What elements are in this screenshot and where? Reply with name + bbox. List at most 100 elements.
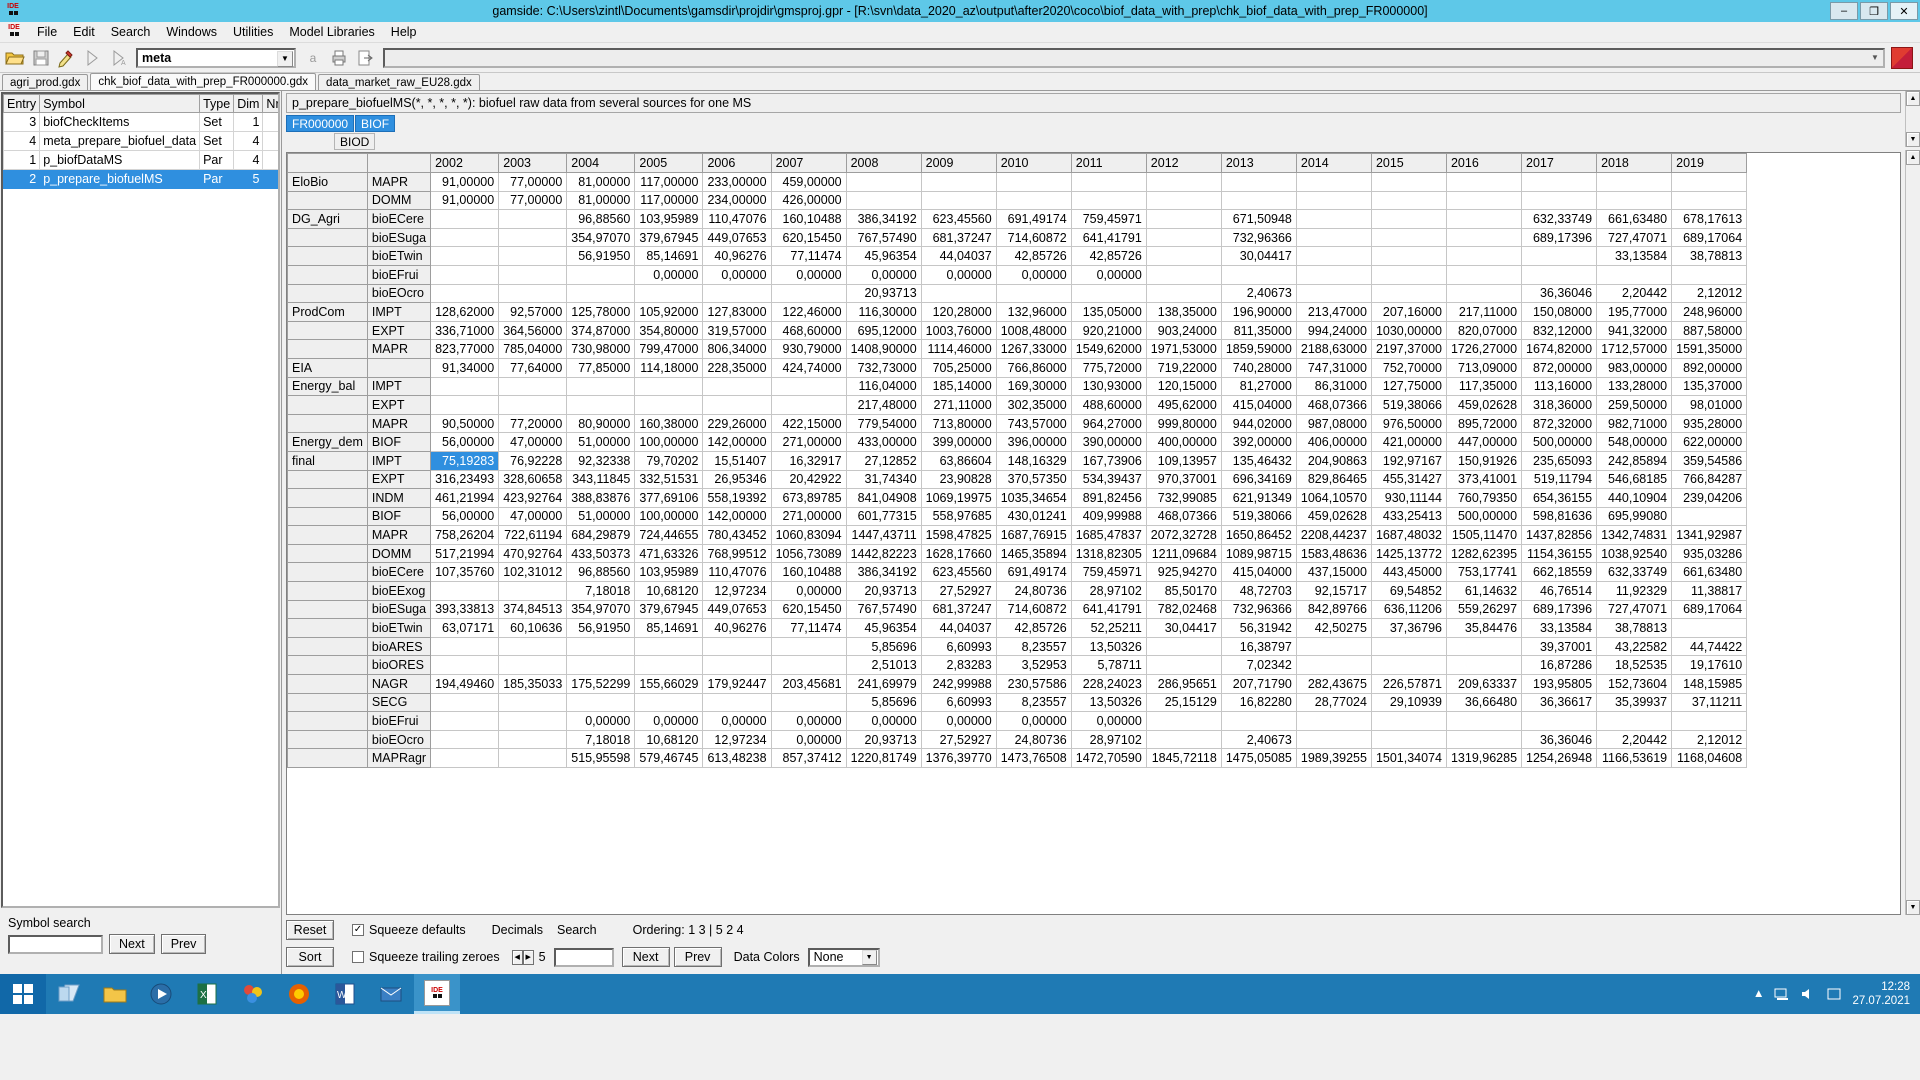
grid-cell-value[interactable] [566, 376, 636, 397]
menu-item-search[interactable]: Search [103, 23, 159, 41]
grid-cell-value[interactable]: 1114,46000 [920, 339, 997, 359]
grid-cell-value[interactable]: 406,00000 [1295, 432, 1372, 452]
grid-cell-value[interactable]: 167,73906 [1070, 450, 1147, 471]
grid-cell-value[interactable]: 135,05000 [1070, 302, 1147, 322]
grid-cell-value[interactable]: 122,46000 [770, 302, 847, 322]
grid-cell-value[interactable]: 7,18018 [566, 581, 636, 601]
grid-cell-value[interactable]: 440,10904 [1596, 488, 1673, 508]
grid-cell-value[interactable]: 1341,92987 [1671, 525, 1748, 545]
grid-cell-value[interactable]: 732,99085 [1145, 488, 1222, 508]
grid-cell-value[interactable]: 42,50275 [1295, 618, 1372, 638]
grid-cell-value[interactable]: 941,32000 [1596, 320, 1673, 341]
grid-cell-value[interactable]: 799,47000 [634, 339, 704, 359]
grid-cell-value[interactable]: 152,73604 [1596, 674, 1673, 694]
grid-cell-value[interactable]: 109,13957 [1145, 450, 1222, 471]
grid-cell-value[interactable] [1295, 655, 1372, 676]
grid-cell-value[interactable]: 0,00000 [1070, 264, 1147, 285]
grid-cell-value[interactable]: 120,15000 [1145, 376, 1222, 397]
grid-cell-value[interactable]: 105,92000 [634, 302, 704, 322]
taskbar-clock[interactable]: 12:28 27.07.2021 [1852, 980, 1910, 1008]
grid-cell-value[interactable]: 196,90000 [1220, 302, 1297, 322]
grid-cell-value[interactable] [1521, 190, 1598, 211]
grid-cell-value[interactable]: 691,49174 [995, 562, 1072, 583]
grid-cell-value[interactable] [1370, 190, 1447, 211]
grid-cell-value[interactable]: 76,92228 [498, 450, 568, 471]
grid-cell-value[interactable] [430, 748, 500, 768]
grid-cell-value[interactable]: 641,41791 [1070, 599, 1147, 620]
file-tab-agri-prod[interactable]: agri_prod.gdx [2, 74, 89, 90]
grid-cell-value[interactable]: 229,26000 [702, 413, 772, 434]
grid-cell-value[interactable]: 392,00000 [1220, 432, 1297, 452]
grid-row[interactable]: bioEOcro 7,18018 10,68120 12,97234 0,00000 20… [287, 729, 1748, 750]
grid-cell-value[interactable]: 459,00000 [770, 172, 847, 192]
grid-row[interactable]: bioORES 2,51013 2,83283 3,52953 5,78711 7,023… [287, 655, 1748, 676]
grid-cell-value[interactable]: 623,45560 [920, 209, 997, 229]
grid-cell-value[interactable] [1295, 209, 1372, 229]
next-error-icon[interactable] [81, 46, 105, 70]
data-colors-chevron-down-icon[interactable]: ▼ [861, 949, 877, 965]
grid-cell-value[interactable]: 1591,35000 [1671, 339, 1748, 359]
grid-cell-value[interactable]: 0,00000 [770, 729, 847, 750]
grid-cell-value[interactable]: 426,00000 [770, 190, 847, 211]
grid-cell-value[interactable]: 1166,53619 [1596, 748, 1673, 768]
grid-cell-value[interactable]: 282,43675 [1295, 674, 1372, 694]
grid-cell-value[interactable]: 11,38817 [1671, 581, 1748, 601]
grid-cell-value[interactable]: 86,31000 [1295, 376, 1372, 397]
grid-cell-value[interactable]: 999,80000 [1145, 413, 1222, 434]
grid-row[interactable]: SECG 5,85696 6,60993 8,23557 13,50326 25,1512… [287, 692, 1748, 713]
grid-cell-value[interactable] [1145, 655, 1222, 676]
grid-cell-value[interactable]: 374,87000 [566, 320, 636, 341]
grid-cell-value[interactable]: 671,50948 [1220, 209, 1297, 229]
grid-cell-value[interactable]: 25,15129 [1145, 692, 1222, 713]
grid-cell-value[interactable] [634, 692, 704, 713]
grid-cell-value[interactable] [1070, 190, 1147, 211]
grid-cell-value[interactable]: 228,24023 [1070, 674, 1147, 694]
grid-cell-value[interactable]: 1069,19975 [920, 488, 997, 508]
header-scroll-up-button[interactable]: ▲ [1906, 91, 1920, 106]
grid-cell-value[interactable]: 8,23557 [995, 692, 1072, 713]
grid-cell-value[interactable]: 1674,82000 [1521, 339, 1598, 359]
grid-cell-value[interactable]: 35,84476 [1445, 618, 1523, 638]
grid-cell-value[interactable]: 623,45560 [920, 562, 997, 583]
grid-cell-value[interactable]: 96,88560 [566, 562, 636, 583]
symbol-row-meta-prepare-biofuel-data[interactable]: 4 meta_prepare_biofuel_data Set 4 50 [3, 131, 278, 151]
grid-cell-value[interactable]: 724,44655 [634, 525, 704, 545]
grid-cell-value[interactable]: 81,00000 [566, 190, 636, 211]
grid-col-header-2016[interactable]: 2016 [1445, 153, 1523, 173]
grid-cell-value[interactable]: 891,82456 [1070, 488, 1147, 508]
grid-cell-value[interactable] [1145, 264, 1222, 285]
grid-cell-value[interactable]: 69,54852 [1370, 581, 1447, 601]
grid-cell-value[interactable] [498, 246, 568, 266]
grid-cell-value[interactable] [995, 172, 1072, 192]
address-bar[interactable]: ▼ [383, 47, 1885, 68]
grid-cell-value[interactable]: 33,13584 [1596, 246, 1673, 266]
grid-cell-value[interactable]: 2,20442 [1596, 729, 1673, 750]
squeeze-trailing-box[interactable] [352, 951, 364, 963]
grid-cell-value[interactable] [845, 190, 922, 211]
grid-cell-value[interactable]: 1971,53000 [1145, 339, 1222, 359]
grid-cell-value[interactable]: 85,14691 [634, 618, 704, 638]
grid-cell-value[interactable]: 820,07000 [1445, 320, 1523, 341]
grid-cell-value[interactable] [770, 376, 847, 397]
symbol-table-container[interactable]: Entry Symbol Type Dim Nr Elem 3 biofChec… [1, 92, 280, 908]
grid-cell-value[interactable] [430, 246, 500, 266]
grid-cell-value[interactable]: 343,11845 [566, 469, 636, 490]
grid-row[interactable]: MAPR 823,77000 785,04000 730,98000 799,47000… [287, 339, 1748, 359]
grid-cell-value[interactable]: 103,95989 [634, 209, 704, 229]
save-icon[interactable] [29, 46, 53, 70]
grid-cell-value[interactable]: 488,60000 [1070, 395, 1147, 415]
grid-cell-value[interactable]: 100,00000 [634, 432, 704, 452]
grid-cell-value[interactable]: 1064,10570 [1295, 488, 1372, 508]
print-icon[interactable] [327, 46, 351, 70]
grid-cell-value[interactable]: 354,97070 [566, 599, 636, 620]
grid-cell-value[interactable]: 80,90000 [566, 413, 636, 434]
grid-cell-value[interactable]: 103,95989 [634, 562, 704, 583]
grid-cell-value[interactable]: 92,32338 [566, 450, 636, 471]
grid-cell-value[interactable]: 48,72703 [1220, 581, 1297, 601]
grid-cell-value[interactable]: 641,41791 [1070, 227, 1147, 248]
grid-cell-value[interactable]: 47,00000 [498, 432, 568, 452]
grid-cell-value[interactable]: 91,34000 [430, 357, 500, 378]
grid-cell-value[interactable]: 150,91926 [1445, 450, 1523, 471]
taskbar-outlook-icon[interactable] [368, 974, 414, 1014]
grid-cell-value[interactable]: 1475,05085 [1220, 748, 1297, 768]
